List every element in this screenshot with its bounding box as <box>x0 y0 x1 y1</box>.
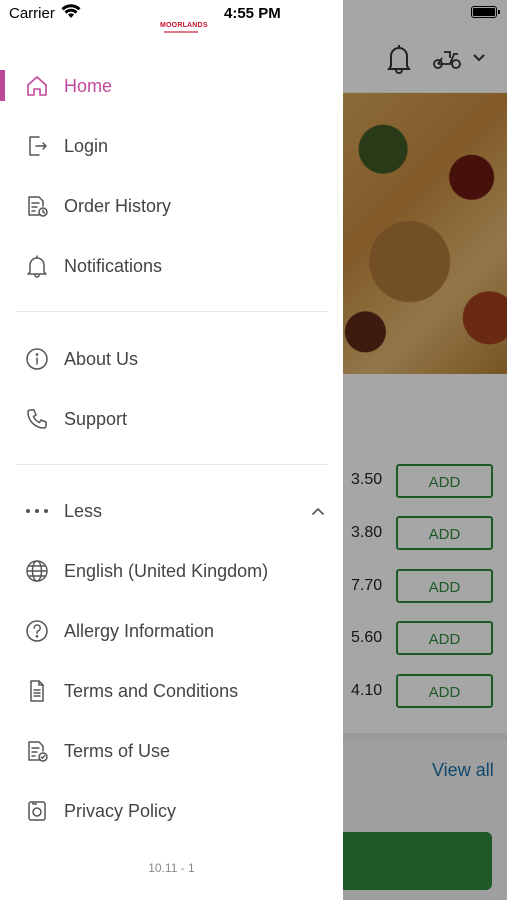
menu-item-label: Privacy Policy <box>64 800 177 821</box>
menu-item-label: Terms and Conditions <box>64 680 239 701</box>
menu-item-home[interactable]: Home <box>0 61 343 111</box>
document-check-icon <box>24 738 50 764</box>
bell-icon <box>24 253 50 279</box>
privacy-icon <box>24 798 50 824</box>
logo-underline <box>164 31 198 33</box>
chevron-up-icon <box>310 506 326 516</box>
phone-icon <box>24 406 50 432</box>
menu-item-language[interactable]: English (United Kingdom) <box>0 546 343 596</box>
menu-item-support[interactable]: Support <box>0 394 343 444</box>
menu-item-allergy-information[interactable]: Allergy Information <box>0 606 343 656</box>
status-bar: Carrier 4:55 PM <box>0 0 507 28</box>
menu-item-about-us[interactable]: About Us <box>0 334 343 384</box>
menu-item-label: Notifications <box>64 255 163 276</box>
menu-item-order-history[interactable]: Order History <box>0 181 343 231</box>
app-version: 10.11 - 1 <box>148 861 195 875</box>
menu-item-label: Terms of Use <box>64 740 171 761</box>
more-dots-icon <box>24 498 50 524</box>
navigation-drawer: MOORLANDS Home Login Order History Notif… <box>0 0 343 900</box>
menu-item-label: Order History <box>64 195 172 216</box>
menu-item-label: Login <box>64 135 109 156</box>
menu-item-terms-and-conditions[interactable]: Terms and Conditions <box>0 666 343 716</box>
menu-item-label: English (United Kingdom) <box>64 560 269 581</box>
question-icon <box>24 618 50 644</box>
menu-item-less-toggle[interactable]: Less <box>0 486 343 536</box>
login-icon <box>24 133 50 159</box>
menu-item-label: About Us <box>64 348 139 369</box>
order-history-icon <box>24 193 50 219</box>
menu-item-label: Less <box>64 500 103 521</box>
menu-item-label: Support <box>64 408 128 429</box>
menu-item-label: Allergy Information <box>64 620 215 641</box>
info-icon <box>24 346 50 372</box>
battery-icon <box>471 6 500 18</box>
menu-item-terms-of-use[interactable]: Terms of Use <box>0 726 343 776</box>
menu-item-notifications[interactable]: Notifications <box>0 241 343 291</box>
menu-divider <box>16 311 328 312</box>
globe-icon <box>24 558 50 584</box>
document-icon <box>24 678 50 704</box>
home-icon <box>24 73 50 99</box>
clock: 4:55 PM <box>224 5 281 22</box>
menu-item-login[interactable]: Login <box>0 121 343 171</box>
menu-item-label: Home <box>64 75 113 96</box>
menu-divider <box>16 464 328 465</box>
carrier-label: Carrier <box>9 5 55 22</box>
menu-item-privacy-policy[interactable]: Privacy Policy <box>0 786 343 836</box>
wifi-icon <box>61 4 81 20</box>
app-screen: 3.50 3.80 7.70 5.60 4.10 ADD ADD ADD ADD… <box>0 0 507 900</box>
